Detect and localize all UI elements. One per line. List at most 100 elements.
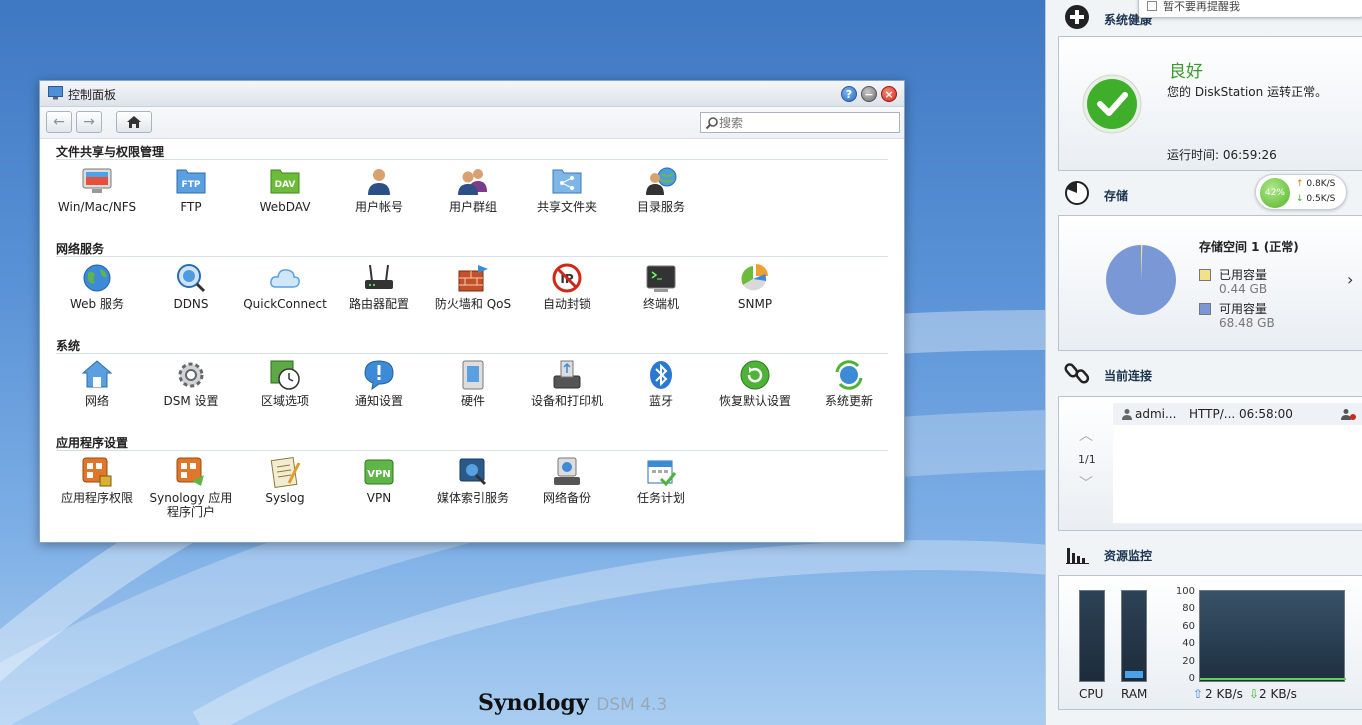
item-user-accounts[interactable]: 用户帐号: [332, 164, 426, 214]
item-shared-folder[interactable]: 共享文件夹: [520, 164, 614, 214]
item-task-scheduler[interactable]: 任务计划: [614, 455, 708, 505]
ftp-icon: FTP: [176, 169, 206, 194]
monitor-icon: [82, 168, 112, 193]
item-bluetooth[interactable]: 蓝牙: [614, 358, 708, 408]
item-notification[interactable]: 通知设置: [332, 358, 426, 408]
item-system-update[interactable]: 系统更新: [802, 358, 896, 408]
connection-row[interactable]: admi... HTTP/... 06:58:00: [1113, 403, 1362, 425]
product-version: DSM 4.3: [596, 695, 668, 715]
restore-icon: [740, 360, 770, 390]
used-value: 0.44 GB: [1219, 282, 1268, 296]
item-devices-printers[interactable]: 设备和打印机: [520, 358, 614, 408]
free-value: 68.48 GB: [1219, 316, 1275, 330]
item-ftp[interactable]: FTP FTP: [144, 164, 238, 214]
item-directory-service[interactable]: 目录服务: [614, 164, 708, 214]
app-portal-icon: [176, 457, 204, 486]
y-tick-label: 100: [1175, 586, 1195, 597]
shared-folder-icon: [552, 169, 582, 194]
net-down-value: 2 KB/s: [1259, 687, 1297, 701]
item-dsm-settings[interactable]: DSM 设置: [144, 358, 238, 408]
section-title: 网络服务: [56, 240, 888, 257]
item-regional-options[interactable]: 区域选项: [238, 358, 332, 408]
dismiss-checkbox[interactable]: [1147, 1, 1157, 11]
search-input[interactable]: [719, 114, 895, 131]
item-label: Web 服务: [70, 297, 124, 311]
section-title: 应用程序设置: [56, 434, 888, 451]
item-restore-defaults[interactable]: 恢复默认设置: [708, 358, 802, 408]
item-label: VPN: [366, 491, 392, 505]
download-speed: ↓ 0.5K/S: [1296, 194, 1335, 204]
upload-arrow-icon: ↑: [1296, 179, 1307, 189]
item-quickconnect[interactable]: QuickConnect: [238, 261, 332, 311]
network-chart: [1199, 590, 1346, 682]
widget-title: 资源监控: [1104, 549, 1153, 563]
item-label: WebDAV: [259, 200, 311, 214]
chevron-right-icon[interactable]: ›: [1347, 270, 1353, 289]
health-status: 良好: [1169, 62, 1203, 82]
item-snmp[interactable]: SNMP: [708, 261, 802, 311]
item-terminal[interactable]: 终端机: [614, 261, 708, 311]
section-title: 文件共享与权限管理: [56, 143, 888, 160]
cpu-label: CPU: [1079, 687, 1104, 701]
help-icon[interactable]: ?: [841, 86, 857, 102]
item-label: 系统更新: [824, 394, 873, 408]
item-label: FTP: [180, 200, 202, 214]
item-ddns[interactable]: DDNS: [144, 261, 238, 311]
control-panel-window: 控制面板 ? − × ← → 文件共享与权限管理: [39, 80, 905, 543]
close-icon[interactable]: ×: [881, 86, 897, 102]
gear-icon: [178, 362, 204, 388]
minimize-icon[interactable]: −: [861, 86, 877, 102]
item-label: QuickConnect: [243, 297, 327, 311]
item-hardware[interactable]: 硬件: [426, 358, 520, 408]
network-chart-line: [1200, 678, 1346, 680]
kick-user-icon[interactable]: [1341, 408, 1357, 420]
item-network-backup[interactable]: 网络备份: [520, 455, 614, 505]
item-user-groups[interactable]: 用户群组: [426, 164, 520, 214]
system-health-box: 良好 您的 DiskStation 运转正常。 运行时间: 06:59:26: [1058, 36, 1362, 171]
widget-panel: 系统健康 暂不要再提醒我 良好 您的 DiskStation 运转正常。 运行时…: [1045, 0, 1362, 725]
item-vpn[interactable]: VPN VPN: [332, 455, 426, 505]
item-web-services[interactable]: Web 服务: [50, 261, 144, 311]
ram-meter: [1121, 590, 1147, 682]
item-syslog[interactable]: Syslog: [238, 455, 332, 505]
item-win-mac-nfs[interactable]: Win/Mac/NFS: [50, 164, 144, 214]
item-router-config[interactable]: 路由器配置: [332, 261, 426, 311]
item-label: 共享文件夹: [536, 200, 597, 214]
forward-button[interactable]: →: [76, 111, 102, 133]
control-panel-icon: [48, 86, 63, 100]
section-app-settings: 应用程序设置 应用程序权限 Synology 应用程序门户 Syslog VPN…: [56, 434, 888, 531]
y-tick-label: 60: [1182, 620, 1195, 632]
item-label: 应用程序权限: [60, 491, 133, 505]
net-up-value: 2 KB/s: [1205, 687, 1243, 701]
upload-value: 0.8K/S: [1306, 179, 1336, 189]
page-down-icon[interactable]: ﹀: [1079, 473, 1093, 493]
block-icon: IP: [552, 263, 582, 293]
section-title: 系统: [56, 337, 888, 354]
page-up-icon[interactable]: ︿: [1079, 425, 1093, 445]
item-webdav[interactable]: DAV WebDAV: [238, 164, 332, 214]
back-button[interactable]: ←: [46, 111, 72, 133]
search-field[interactable]: [700, 112, 900, 133]
item-app-privileges[interactable]: 应用程序权限: [50, 455, 144, 505]
link-icon: [1064, 363, 1090, 384]
y-tick-label: 40: [1182, 638, 1195, 650]
item-network[interactable]: 网络: [50, 358, 144, 408]
item-firewall-qos[interactable]: 防火墙和 QoS: [426, 261, 520, 311]
item-label: 媒体索引服务: [436, 491, 509, 505]
group-icon: [458, 169, 487, 195]
window-titlebar[interactable]: 控制面板 ? − ×: [40, 81, 904, 107]
home-button[interactable]: [116, 111, 152, 133]
user-icon: [1122, 409, 1132, 420]
item-label: 通知设置: [354, 394, 403, 408]
search-icon: [705, 117, 718, 130]
item-auto-block[interactable]: IP 自动封锁: [520, 261, 614, 311]
item-media-indexing[interactable]: 媒体索引服务: [426, 455, 520, 505]
connection-list: admi... HTTP/... 06:58:00: [1113, 403, 1362, 523]
connection-time: 06:58:00: [1239, 407, 1293, 421]
item-label: DSM 设置: [163, 394, 219, 408]
item-app-portal[interactable]: Synology 应用程序门户: [144, 455, 238, 519]
item-label: 终端机: [642, 297, 679, 311]
connections-header: 当前连接: [1046, 356, 1362, 392]
net-down-arrow-icon: ⇩: [1249, 687, 1260, 701]
pie-chart-icon: [741, 264, 768, 291]
